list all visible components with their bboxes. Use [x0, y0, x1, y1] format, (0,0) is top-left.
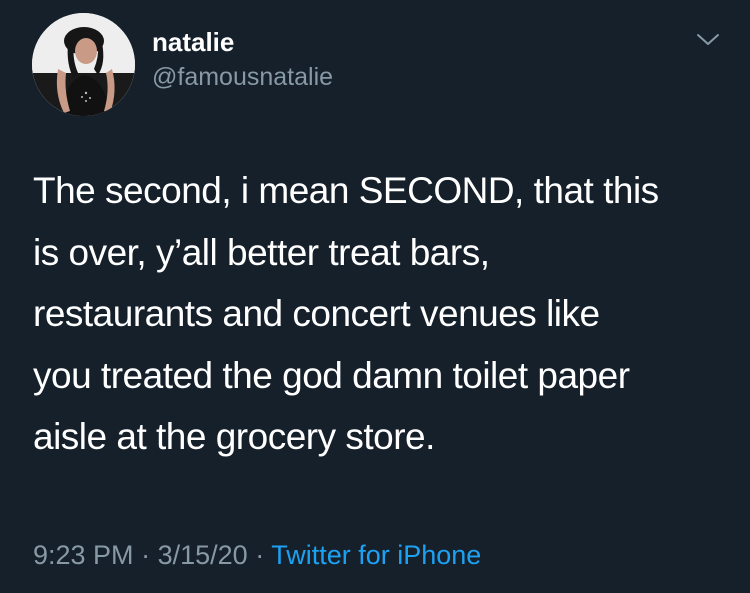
tweet-card: natalie @famousnatalie The second, i mea…	[0, 0, 750, 593]
tweet-text: The second, i mean SECOND, that this is …	[33, 160, 733, 468]
meta-separator: ·	[255, 540, 265, 570]
tweet-text-line: is over, y’all better treat bars,	[33, 231, 490, 273]
tweet-text-line: aisle at the grocery store.	[33, 416, 435, 457]
tweet-meta: 9:23 PM · 3/15/20 · Twitter for iPhone	[33, 538, 481, 572]
display-name[interactable]: natalie	[152, 27, 234, 57]
tweet-text-line: you treated the god damn toilet paper	[33, 354, 630, 396]
tweet-text-line: restaurants and concert venues like	[33, 293, 600, 334]
tweet-time[interactable]: 9:23 PM	[33, 540, 134, 570]
chevron-down-icon[interactable]	[694, 30, 722, 50]
avatar[interactable]	[32, 13, 135, 116]
profile-photo-icon	[32, 13, 135, 116]
user-handle[interactable]: @famousnatalie	[152, 62, 333, 92]
tweet-text-line: The second, i mean SECOND, that this	[33, 170, 659, 211]
tweet-source-link[interactable]: Twitter for iPhone	[271, 540, 481, 570]
meta-separator: ·	[141, 540, 151, 570]
tweet-date[interactable]: 3/15/20	[158, 540, 248, 570]
